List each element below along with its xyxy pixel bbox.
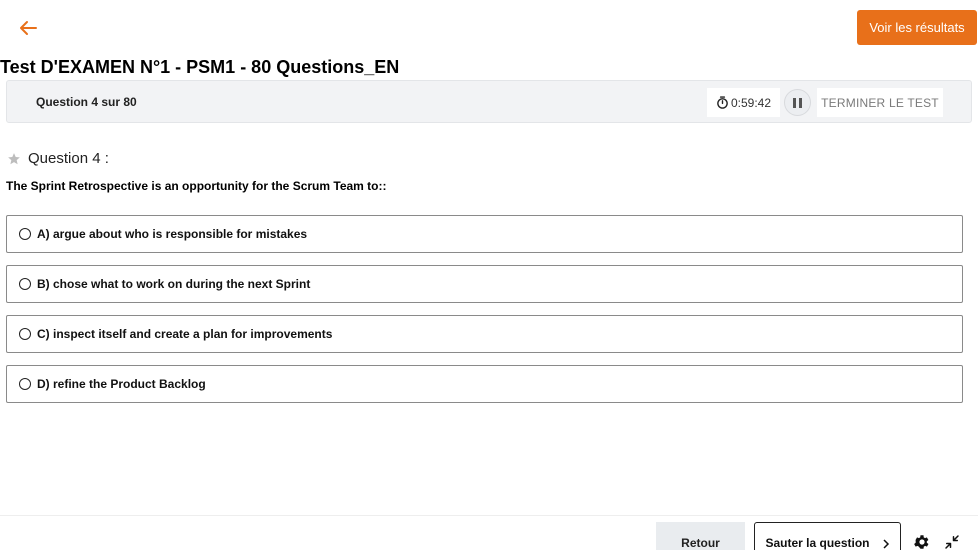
pause-icon [793,97,796,108]
gear-icon[interactable] [913,533,931,550]
radio-button[interactable] [19,328,31,340]
question-text: The Sprint Retrospective is an opportuni… [6,179,387,193]
back-button[interactable]: Retour [656,522,745,550]
footer-divider [0,515,978,516]
page-title: Test D'EXAMEN N°1 - PSM1 - 80 Questions_… [0,57,400,77]
question-header: Question 4 : [7,150,109,167]
radio-button[interactable] [19,228,31,240]
radio-button[interactable] [19,278,31,290]
collapse-icon[interactable] [943,533,961,550]
answer-option-a[interactable]: A) argue about who is responsible for mi… [6,215,963,253]
question-counter: Question 4 sur 80 [36,95,137,109]
timer-value: 0:59:42 [730,95,772,110]
skip-question-button[interactable]: Sauter la question [754,522,901,550]
stopwatch-icon [717,96,728,109]
answer-option-d[interactable]: D) refine the Product Backlog [6,365,963,403]
option-text: C) inspect itself and create a plan for … [37,327,333,341]
question-label: Question 4 : [28,150,109,167]
star-icon[interactable] [7,152,21,166]
option-text: A) argue about who is responsible for mi… [37,227,308,241]
option-text: D) refine the Product Backlog [37,377,206,391]
answer-option-c[interactable]: C) inspect itself and create a plan for … [6,315,963,353]
timer: 0:59:42 [707,88,780,117]
chevron-right-icon [882,539,889,549]
arrow-left-icon[interactable] [16,16,40,40]
view-results-button[interactable]: Voir les résultats [857,10,977,45]
radio-button[interactable] [19,378,31,390]
option-text: B) chose what to work on during the next… [37,277,311,291]
skip-label: Sauter la question [765,536,870,550]
pause-button[interactable] [784,89,811,116]
answer-option-b[interactable]: B) chose what to work on during the next… [6,265,963,303]
status-bar: Question 4 sur 80 0:59:42 TERMINER LE TE… [6,80,972,123]
finish-test-button[interactable]: TERMINER LE TEST [817,88,943,117]
